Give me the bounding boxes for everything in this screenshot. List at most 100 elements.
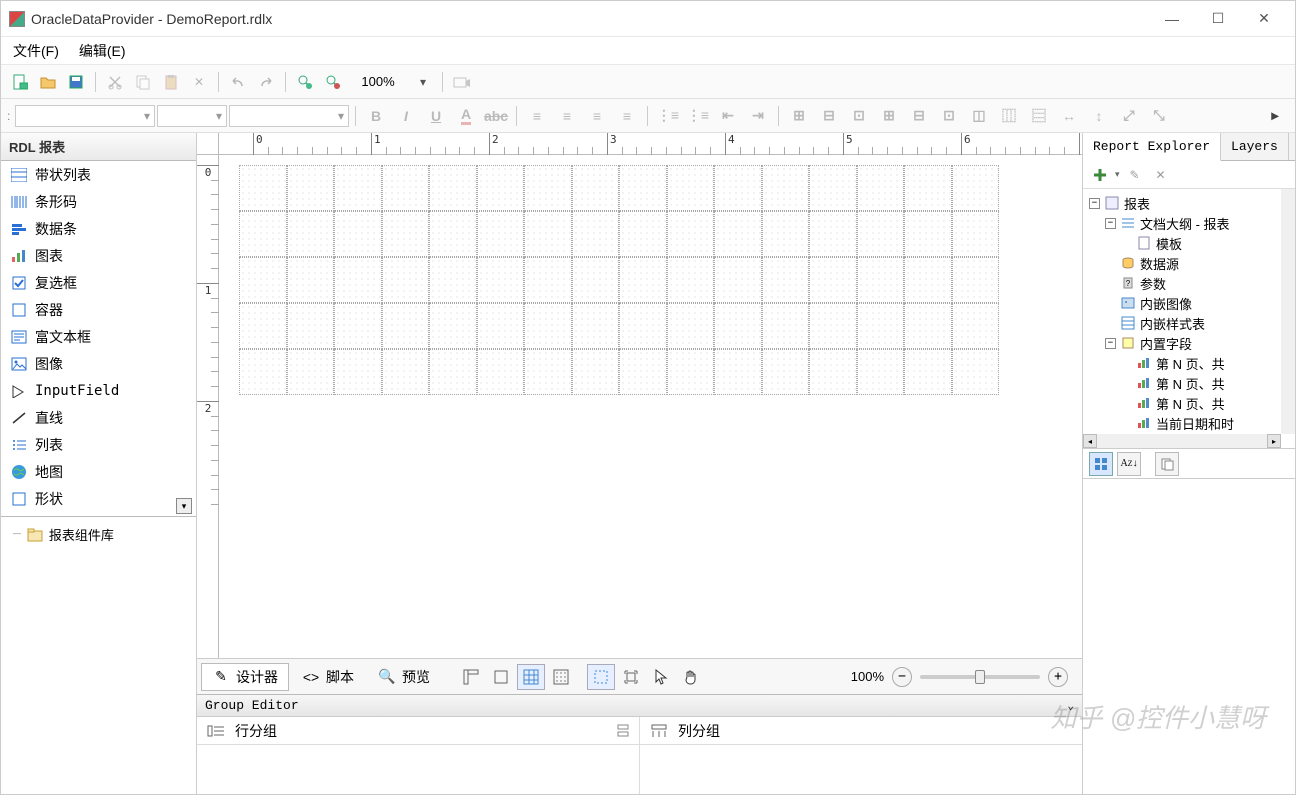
toolbox-item[interactable]: 富文本框 xyxy=(1,323,196,350)
tree-node[interactable]: 当前日期和时 xyxy=(1085,413,1293,433)
maximize-button[interactable]: ☐ xyxy=(1195,4,1241,34)
delete-icon[interactable]: ✕ xyxy=(186,69,212,95)
copy-icon[interactable] xyxy=(130,69,156,95)
prop-pages-icon[interactable] xyxy=(1155,452,1179,476)
style-combo[interactable]: ▾ xyxy=(229,105,349,127)
toolbox-more-dropdown[interactable]: ▾ xyxy=(176,498,192,514)
strikethrough-icon[interactable]: abc xyxy=(482,103,510,129)
tree-node[interactable]: 模板 xyxy=(1085,233,1293,253)
tab-preview[interactable]: 🔍预览 xyxy=(367,663,441,691)
layout-tool-11[interactable]: ↕ xyxy=(1085,103,1113,129)
tree-node[interactable]: 第 N 页、共 xyxy=(1085,393,1293,413)
italic-icon[interactable]: I xyxy=(392,103,420,129)
layout-tool-3[interactable]: ⊡ xyxy=(845,103,873,129)
layout-tool-8[interactable]: ⿲ xyxy=(995,103,1023,129)
snap-tool-4[interactable] xyxy=(547,664,575,690)
layout-tool-10[interactable]: ↔ xyxy=(1055,103,1083,129)
cut-icon[interactable] xyxy=(102,69,128,95)
toolbox-item[interactable]: 数据条 xyxy=(1,215,196,242)
tree-node[interactable]: 第 N 页、共 xyxy=(1085,353,1293,373)
tab-layers[interactable]: Layers xyxy=(1221,133,1289,160)
snap-tool-1[interactable] xyxy=(457,664,485,690)
menu-edit[interactable]: 编辑(E) xyxy=(79,41,126,61)
snap-tool-2[interactable] xyxy=(487,664,515,690)
tree-node[interactable]: 数据源 xyxy=(1085,253,1293,273)
align-center-icon[interactable]: ≡ xyxy=(553,103,581,129)
library-root[interactable]: ┈ 报表组件库 xyxy=(9,523,188,546)
font-family-combo[interactable]: ▾ xyxy=(15,105,155,127)
indent-icon[interactable]: ⇥ xyxy=(744,103,772,129)
align-justify-icon[interactable]: ≡ xyxy=(613,103,641,129)
toolbar-overflow-icon[interactable]: ▸ xyxy=(1261,103,1289,129)
tree-node[interactable]: 第 N 页、共 xyxy=(1085,373,1293,393)
underline-icon[interactable]: U xyxy=(422,103,450,129)
tree-node[interactable]: −内置字段 xyxy=(1085,333,1293,353)
zoom-out-icon[interactable] xyxy=(320,69,346,95)
redo-icon[interactable] xyxy=(253,69,279,95)
canvas-scroll[interactable] xyxy=(219,155,1082,658)
font-size-combo[interactable]: ▾ xyxy=(157,105,227,127)
tree-node[interactable]: 内嵌图像 xyxy=(1085,293,1293,313)
tree-node[interactable]: 内嵌样式表 xyxy=(1085,313,1293,333)
layout-tool-4[interactable]: ⊞ xyxy=(875,103,903,129)
design-grid-table[interactable] xyxy=(239,165,999,395)
toolbox-item[interactable]: 复选框 xyxy=(1,269,196,296)
toolbox-item[interactable]: 容器 xyxy=(1,296,196,323)
delete-node-icon[interactable]: ✕ xyxy=(1150,164,1172,186)
font-color-icon[interactable]: A xyxy=(452,103,480,129)
tab-designer[interactable]: ✎设计器 xyxy=(201,663,289,691)
toolbox-item[interactable]: 条形码 xyxy=(1,188,196,215)
hand-tool[interactable] xyxy=(677,664,705,690)
design-surface[interactable]: 01234567 012 xyxy=(197,133,1082,658)
select-mode-2[interactable] xyxy=(617,664,645,690)
layout-tool-9[interactable]: ⿳ xyxy=(1025,103,1053,129)
select-mode-1[interactable] xyxy=(587,664,615,690)
layout-tool-13[interactable]: ⤡ xyxy=(1145,103,1173,129)
prop-alphabetical-icon[interactable]: AZ↓ xyxy=(1117,452,1141,476)
bold-icon[interactable]: B xyxy=(362,103,390,129)
close-button[interactable]: ✕ xyxy=(1241,4,1287,34)
tree-node[interactable]: −文档大纲 - 报表 xyxy=(1085,213,1293,233)
toolbox-item[interactable]: 带状列表 xyxy=(1,161,196,188)
layout-tool-6[interactable]: ⊡ xyxy=(935,103,963,129)
toolbox-item[interactable]: InputField xyxy=(1,377,196,404)
zoom-value[interactable]: 100% xyxy=(348,74,408,89)
paste-icon[interactable] xyxy=(158,69,184,95)
camera-icon[interactable] xyxy=(449,69,475,95)
menu-file[interactable]: 文件(F) xyxy=(13,41,59,61)
report-page[interactable] xyxy=(239,165,999,395)
property-grid[interactable] xyxy=(1083,479,1295,794)
layout-tool-2[interactable]: ⊟ xyxy=(815,103,843,129)
layout-tool-7[interactable]: ◫ xyxy=(965,103,993,129)
zoom-dropdown-icon[interactable]: ▾ xyxy=(410,69,436,95)
list-numbered-icon[interactable]: ⋮≡ xyxy=(654,103,682,129)
undo-icon[interactable] xyxy=(225,69,251,95)
toolbox-item[interactable]: 形状 xyxy=(1,485,196,512)
edit-node-icon[interactable]: ✎ xyxy=(1124,164,1146,186)
snap-tool-3[interactable] xyxy=(517,664,545,690)
zoom-slider-thumb[interactable] xyxy=(975,670,985,684)
new-file-icon[interactable] xyxy=(7,69,33,95)
open-folder-icon[interactable] xyxy=(35,69,61,95)
list-bullet-icon[interactable]: ⋮≡ xyxy=(684,103,712,129)
zoom-slider[interactable] xyxy=(920,675,1040,679)
layout-tool-1[interactable]: ⊞ xyxy=(785,103,813,129)
tree-node[interactable]: −报表 xyxy=(1085,193,1293,213)
zoom-minus-button[interactable]: − xyxy=(892,667,912,687)
tab-report-explorer[interactable]: Report Explorer xyxy=(1083,133,1221,161)
row-group-menu-icon[interactable] xyxy=(617,724,629,738)
collapse-icon[interactable]: ⌄ xyxy=(1067,699,1074,713)
toolbox-item[interactable]: 地图 xyxy=(1,458,196,485)
toolbox-item[interactable]: 列表 xyxy=(1,431,196,458)
add-node-icon[interactable] xyxy=(1089,164,1111,186)
tab-script[interactable]: <>脚本 xyxy=(291,663,365,691)
zoom-in-icon[interactable] xyxy=(292,69,318,95)
toolbox-item[interactable]: 直线 xyxy=(1,404,196,431)
save-icon[interactable] xyxy=(63,69,89,95)
pointer-tool[interactable] xyxy=(647,664,675,690)
align-right-icon[interactable]: ≡ xyxy=(583,103,611,129)
toolbox-item[interactable]: 图像 xyxy=(1,350,196,377)
layout-tool-5[interactable]: ⊟ xyxy=(905,103,933,129)
toolbox-item[interactable]: 图表 xyxy=(1,242,196,269)
outdent-icon[interactable]: ⇤ xyxy=(714,103,742,129)
